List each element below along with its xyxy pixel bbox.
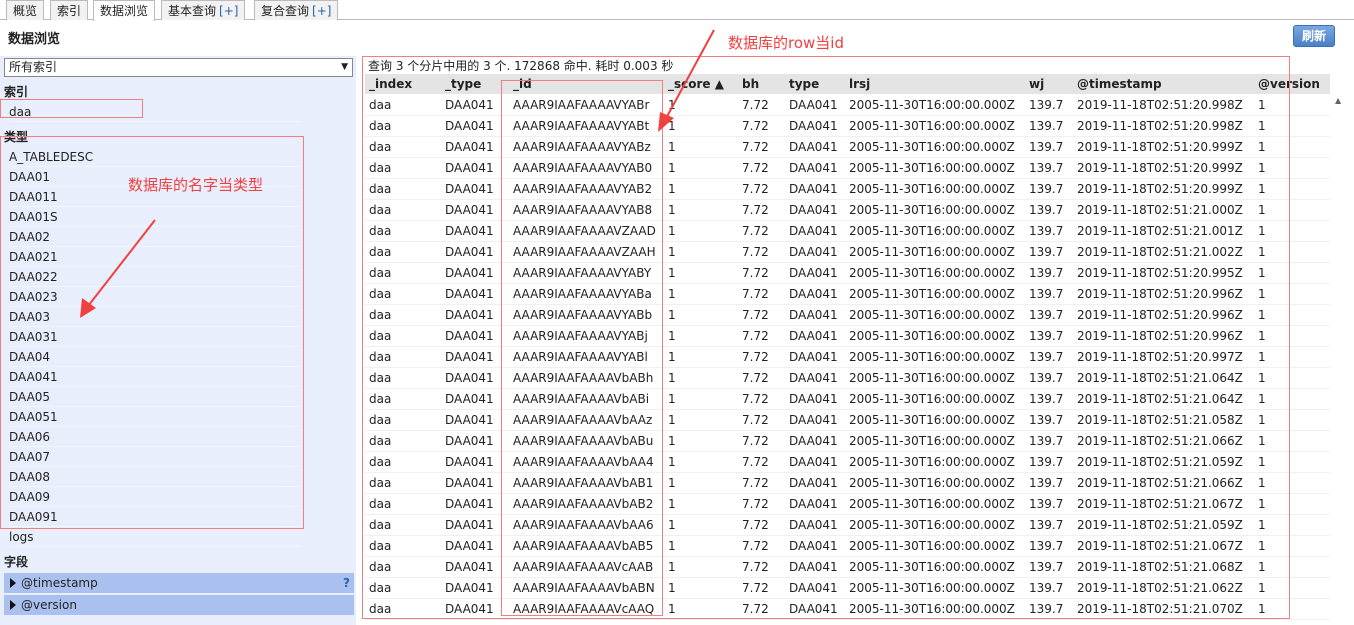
annotation-arrowhead-types xyxy=(80,298,96,318)
annotation-arrow-id xyxy=(663,29,715,123)
annotation-arrowhead-id xyxy=(658,112,674,132)
annotation-arrow-types xyxy=(84,219,156,311)
annotation-arrows xyxy=(80,29,715,318)
